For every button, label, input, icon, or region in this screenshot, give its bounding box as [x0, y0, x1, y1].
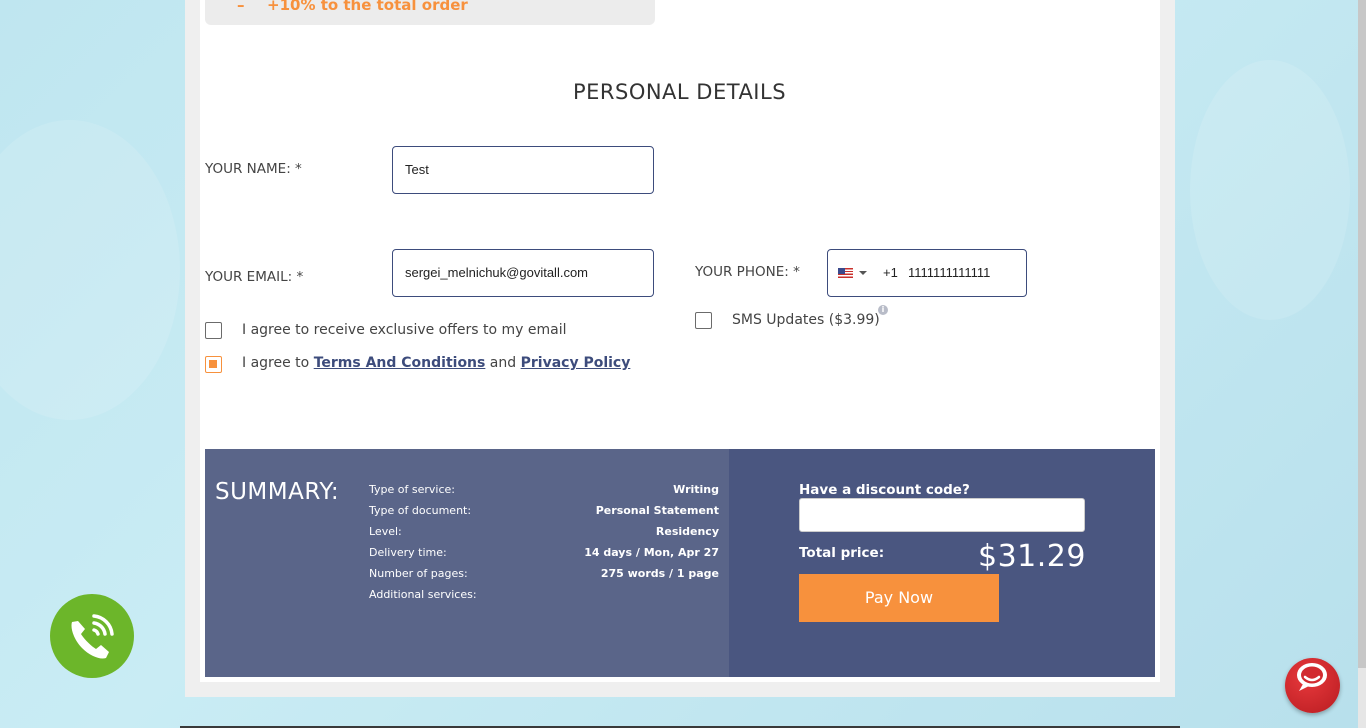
terms-prefix: I agree to — [242, 355, 314, 371]
phone-input[interactable]: +1 1111111111111 — [827, 249, 1027, 297]
summary-value: Residency — [655, 525, 719, 538]
promo-text: +10% to the total order — [267, 0, 468, 14]
summary-row: Level: Residency — [369, 525, 719, 546]
summary-row: Delivery time: 14 days / Mon, Apr 27 — [369, 546, 719, 567]
call-button[interactable] — [50, 594, 134, 678]
background-shape — [0, 120, 180, 420]
discount-label: Have a discount code? — [799, 482, 970, 498]
terms-middle: and — [485, 355, 521, 371]
summary-value: 275 words / 1 page — [600, 567, 719, 580]
terms-label: I agree to Terms And Conditions and Priv… — [242, 355, 630, 371]
section-title: PERSONAL DETAILS — [572, 80, 787, 104]
summary-key: Number of pages: — [369, 567, 468, 580]
terms-link[interactable]: Terms And Conditions — [314, 355, 486, 371]
summary-key: Delivery time: — [369, 546, 447, 559]
summary-key: Type of document: — [369, 504, 472, 517]
summary-key: Level: — [369, 525, 402, 538]
pay-now-button[interactable]: Pay Now — [799, 574, 999, 622]
email-input[interactable]: sergei_melnichuk@govitall.com — [392, 249, 654, 297]
phone-country-code: +1 — [883, 265, 898, 280]
scrollbar-thumb[interactable] — [1358, 0, 1366, 668]
promo-dash: – — [237, 0, 245, 14]
summary-title: SUMMARY: — [215, 479, 340, 505]
terms-checkbox[interactable] — [205, 356, 222, 373]
total-label: Total price: — [799, 545, 885, 561]
summary-row: Type of document: Personal Statement — [369, 504, 719, 525]
phone-number: 1111111111111 — [908, 265, 991, 280]
summary-key: Additional services: — [369, 588, 477, 601]
summary-value: Writing — [673, 483, 719, 496]
summary-row: Additional services: — [369, 588, 719, 609]
info-icon[interactable]: i — [878, 305, 888, 315]
us-flag-icon[interactable] — [838, 268, 853, 278]
phone-icon — [71, 614, 114, 659]
summary-key: Type of service: — [369, 483, 455, 496]
chat-button[interactable] — [1285, 658, 1340, 713]
summary-row: Number of pages: 275 words / 1 page — [369, 567, 719, 588]
total-price: $31.29 — [978, 539, 1086, 574]
privacy-link[interactable]: Privacy Policy — [521, 355, 631, 371]
name-input[interactable]: Test — [392, 146, 654, 194]
summary-value: 14 days / Mon, Apr 27 — [584, 546, 719, 559]
summary-row: Type of service: Writing — [369, 483, 719, 504]
offers-label: I agree to receive exclusive offers to m… — [242, 322, 567, 338]
sms-checkbox[interactable] — [695, 312, 712, 329]
email-label: YOUR EMAIL: * — [205, 269, 304, 285]
summary-panel: SUMMARY: Type of service: Writing Type o… — [205, 449, 729, 677]
offers-checkbox[interactable] — [205, 322, 222, 339]
promo-banner: – +10% to the total order — [205, 0, 655, 25]
chat-icon — [1297, 663, 1327, 691]
name-label: YOUR NAME: * — [205, 161, 302, 177]
sms-label: SMS Updates ($3.99) — [732, 312, 880, 328]
discount-code-input[interactable] — [799, 498, 1085, 532]
phone-label: YOUR PHONE: * — [695, 264, 800, 280]
chevron-down-icon[interactable] — [859, 271, 867, 275]
payment-panel: Have a discount code? Total price: $31.2… — [729, 449, 1155, 677]
summary-value: Personal Statement — [595, 504, 719, 517]
